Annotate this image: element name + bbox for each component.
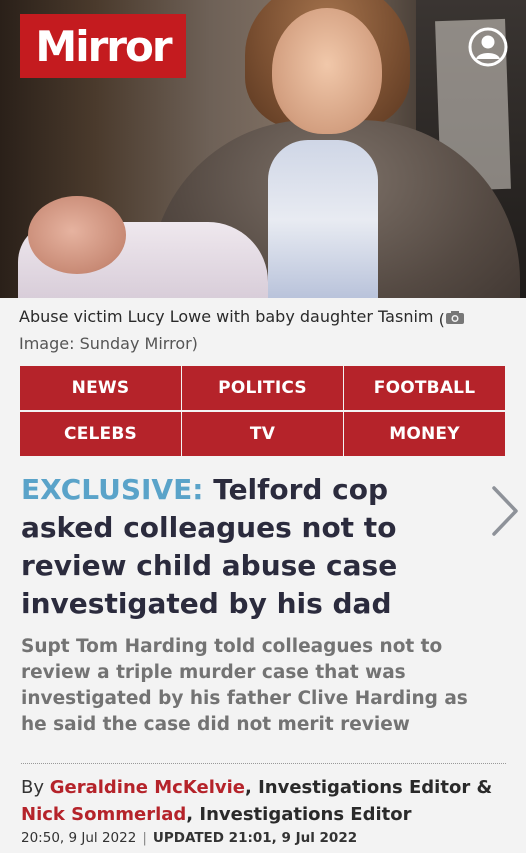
brand-name: Mirror: [35, 21, 172, 71]
nav-item-tv[interactable]: TV: [182, 412, 343, 456]
author-role: , Investigations Editor: [186, 804, 412, 825]
separator: |: [142, 830, 147, 846]
nav-item-football[interactable]: FOOTBALL: [344, 366, 505, 410]
nav-item-money[interactable]: MONEY: [344, 412, 505, 456]
updated-time: UPDATED 21:01, 9 Jul 2022: [152, 830, 358, 846]
caption-text: Abuse victim Lucy Lowe with baby daughte…: [19, 307, 434, 326]
camera-icon: (: [439, 308, 465, 332]
nav-item-celebs[interactable]: CELEBS: [20, 412, 181, 456]
caption-credit: Image: Sunday Mirror): [19, 334, 198, 353]
published-time: 20:50, 9 Jul 2022: [21, 830, 137, 846]
article-standfirst: Supt Tom Harding told colleagues not to …: [21, 636, 468, 735]
author-link-geraldine-mckelvie[interactable]: Geraldine McKelvie: [50, 777, 245, 798]
byline: By Geraldine McKelvie, Investigations Ed…: [21, 774, 511, 828]
user-account-icon[interactable]: [468, 27, 508, 67]
nav-item-politics[interactable]: POLITICS: [182, 366, 343, 410]
article-headline: EXCLUSIVE: Telford cop asked colleagues …: [21, 471, 489, 623]
divider: [21, 763, 506, 764]
section-nav: NEWS POLITICS FOOTBALL CELEBS TV MONEY: [20, 366, 505, 456]
article-dates: 20:50, 9 Jul 2022 | UPDATED 21:01, 9 Jul 2…: [21, 830, 357, 846]
chevron-right-icon[interactable]: [488, 484, 522, 538]
mirror-logo[interactable]: Mirror: [20, 14, 186, 78]
byline-prefix: By: [21, 777, 45, 798]
image-caption: Abuse victim Lucy Lowe with baby daughte…: [19, 305, 509, 356]
author-role: , Investigations Editor &: [244, 777, 493, 798]
exclusive-label: EXCLUSIVE:: [21, 473, 204, 506]
nav-item-news[interactable]: NEWS: [20, 366, 181, 410]
author-link-nick-sommerlad[interactable]: Nick Sommerlad: [21, 804, 186, 825]
